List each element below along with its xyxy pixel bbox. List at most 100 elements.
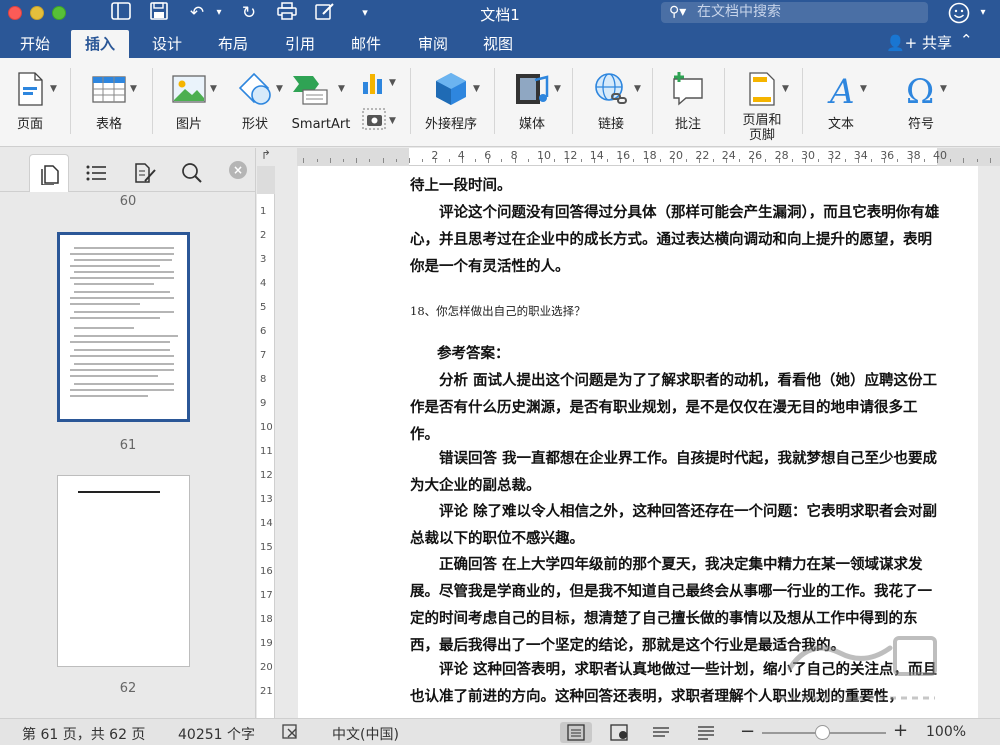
chart-button[interactable]: ▼ ▼ (358, 66, 398, 142)
symbol-button[interactable]: Ω ▼ 符号 (890, 66, 952, 142)
thumbnails-tab[interactable] (29, 154, 69, 192)
doc-paragraph: 分析 面试人提出这个问题是为了了解求职者的动机，看看他（她）应聘这份工作是否有什… (410, 372, 938, 443)
zoom-slider-handle[interactable] (815, 725, 830, 740)
language-status[interactable]: 中文(中国) (332, 724, 399, 744)
search-input[interactable]: ⚲▾ 在文档中搜索 (661, 2, 928, 23)
symbol-label: 符号 (907, 117, 934, 132)
ruler-tick (316, 159, 318, 162)
table-dropdown-icon[interactable]: ▼ (130, 84, 137, 94)
ruler-tick (554, 159, 556, 162)
tab-home[interactable]: 开始 (6, 30, 64, 58)
smartart-button[interactable]: ▼ SmartArt (288, 66, 354, 142)
search-pane-tab[interactable] (172, 154, 212, 192)
edit-page-tab[interactable] (124, 154, 164, 192)
minimize-window-button[interactable] (30, 6, 44, 20)
picture-dropdown-icon[interactable]: ▼ (210, 84, 217, 94)
print-icon[interactable] (274, 2, 300, 24)
draft-view-button[interactable] (690, 722, 722, 743)
symbol-dropdown-icon[interactable]: ▼ (940, 84, 947, 94)
link-dropdown-icon[interactable]: ▼ (634, 84, 641, 94)
smiley-feedback-icon[interactable] (948, 2, 970, 24)
shapes-button[interactable]: ▼ 形状 (226, 66, 284, 142)
page-button[interactable]: ▼ 页面 (4, 66, 57, 142)
zoom-level-status[interactable]: 100% (926, 724, 966, 740)
page-count-status[interactable]: 第 61 页，共 62 页 (22, 724, 145, 744)
svg-text:A: A (827, 72, 855, 108)
redo-icon[interactable]: ↻ (236, 2, 262, 24)
share-button[interactable]: 👤+ 共享 (886, 32, 952, 53)
tab-view[interactable]: 视图 (469, 30, 527, 58)
ruler-number: 16 (616, 149, 631, 162)
tab-review[interactable]: 审阅 (404, 30, 462, 58)
ruler-tick (580, 159, 582, 162)
outline-tab[interactable] (76, 154, 116, 192)
tab-mailings[interactable]: 邮件 (337, 30, 395, 58)
sidebar-toggle-icon[interactable] (108, 2, 134, 24)
zoom-out-button[interactable]: − (740, 721, 755, 742)
table-button[interactable]: ▼ 表格 (80, 66, 138, 142)
proofing-icon[interactable] (282, 724, 302, 744)
page-thumbnail-62[interactable] (57, 475, 190, 667)
save-icon[interactable] (146, 2, 172, 24)
nav-pane-tabs: × (0, 148, 256, 192)
ruler-tick (989, 158, 991, 163)
close-pane-icon[interactable]: × (229, 161, 247, 179)
smartart-dropdown-icon[interactable]: ▼ (338, 84, 345, 94)
media-dropdown-icon[interactable]: ▼ (554, 84, 561, 94)
ruler-number: 1 (260, 206, 267, 217)
undo-dropdown-icon[interactable]: ▾ (206, 2, 232, 24)
table-icon (92, 76, 126, 103)
omega-symbol-icon: Ω (906, 72, 934, 108)
picture-button[interactable]: ▼ 图片 (160, 66, 218, 142)
word-count-status[interactable]: 40251 个字 (178, 724, 255, 744)
screenshot-dropdown-icon[interactable]: ▼ (389, 116, 396, 126)
focus-mode-icon (610, 724, 628, 741)
tab-insert[interactable]: 插入 (71, 30, 130, 58)
focus-view-button[interactable] (603, 722, 635, 743)
customize-toolbar-icon[interactable]: ▾ (352, 2, 378, 24)
zoom-window-button[interactable] (52, 6, 66, 20)
picture-icon (172, 75, 206, 103)
addins-button[interactable]: ▼ 外接程序 (418, 66, 484, 142)
header-footer-button[interactable]: ▼ 页眉和 页脚 (732, 66, 792, 143)
tab-layout[interactable]: 布局 (204, 30, 262, 58)
tab-references[interactable]: 引用 (271, 30, 329, 58)
tab-design[interactable]: 设计 (138, 30, 196, 58)
ruler-tick (607, 159, 608, 162)
text-button[interactable]: A ▼ 文本 (810, 66, 872, 142)
ruler-number: 20 (260, 662, 273, 673)
page-dropdown-icon[interactable]: ▼ (50, 84, 57, 94)
addins-cube-icon (436, 73, 466, 105)
status-bar: 第 61 页，共 62 页 40251 个字 中文(中国) − + 100% (0, 718, 1000, 745)
ribbon-tab-bar: 开始 插入 设计 布局 引用 邮件 审阅 视图 👤+ 共享 ⌃ (0, 27, 1000, 58)
close-window-button[interactable] (8, 6, 22, 20)
zoom-in-button[interactable]: + (893, 720, 908, 741)
web-layout-view-button[interactable] (645, 722, 677, 743)
header-footer-dropdown-icon[interactable]: ▼ (782, 84, 789, 94)
tab-stop-selector[interactable]: ↱ (257, 148, 297, 166)
answer-heading: 参考答案： (437, 345, 510, 362)
ruler-tick (923, 159, 925, 162)
chart-dropdown-icon[interactable]: ▼ (389, 78, 396, 88)
addins-label: 外接程序 (424, 117, 477, 132)
edit-doc-icon[interactable] (312, 2, 338, 24)
collapse-ribbon-icon[interactable]: ⌃ (960, 31, 973, 49)
ruler-tick (950, 159, 952, 162)
ribbon-separator (152, 68, 153, 134)
page-thumbnail-61[interactable] (57, 232, 190, 422)
addins-dropdown-icon[interactable]: ▼ (473, 84, 480, 94)
screenshot-icon[interactable] (362, 108, 386, 130)
ruler-number: 28 (774, 149, 789, 162)
shapes-dropdown-icon[interactable]: ▼ (276, 84, 283, 94)
feedback-dropdown-icon[interactable]: ▾ (970, 2, 996, 24)
add-person-icon: 👤+ (886, 34, 918, 52)
media-button[interactable]: ▼ 媒体 (502, 66, 562, 142)
vertical-ruler[interactable]: 1 2 3 4 5 6 7 8 9 10 11 12 13 14 15 16 17 18 19 20 21 (257, 166, 275, 718)
print-layout-view-button[interactable] (560, 722, 592, 743)
comment-label: 批注 (674, 117, 701, 132)
text-dropdown-icon[interactable]: ▼ (860, 84, 867, 94)
ruler-number: 15 (260, 542, 273, 553)
horizontal-ruler[interactable]: 2 4 6 8 10 12 14 16 18 20 22 24 26 28 30 32 34 36 38 40 (297, 148, 1000, 166)
comment-button[interactable]: 批注 (660, 66, 716, 142)
link-button[interactable]: ▼ 链接 (580, 66, 642, 142)
